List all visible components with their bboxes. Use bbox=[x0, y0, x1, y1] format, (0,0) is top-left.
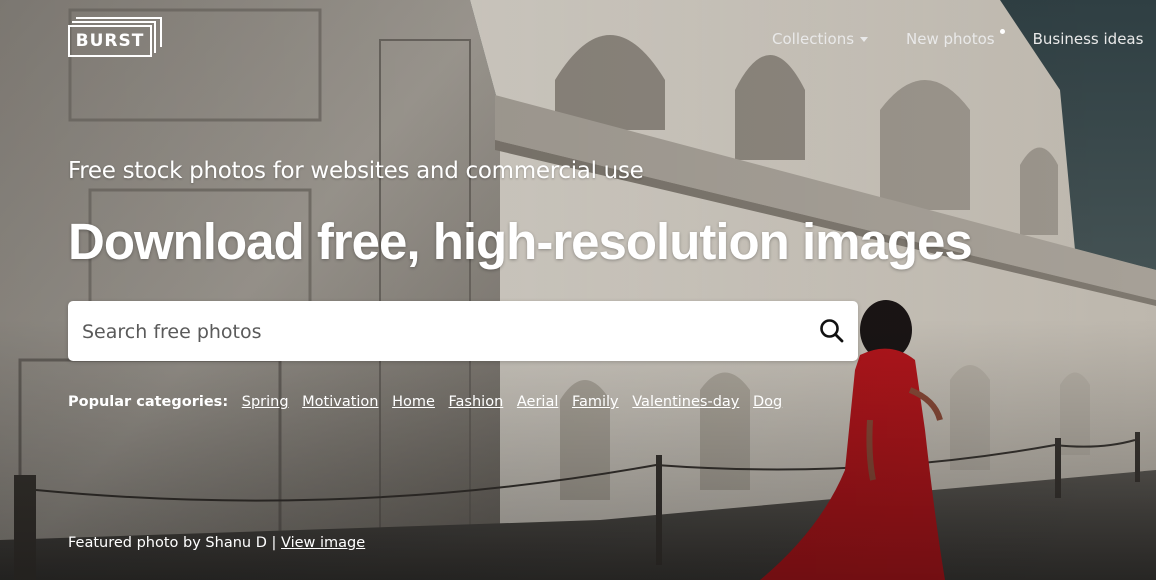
chevron-down-icon bbox=[860, 37, 869, 42]
category-link-family[interactable]: Family bbox=[572, 394, 619, 410]
top-navigation: Collections New photos Business ideas bbox=[772, 29, 1156, 49]
nav-new-photos[interactable]: New photos bbox=[906, 29, 1005, 49]
nav-collections[interactable]: Collections bbox=[772, 29, 869, 49]
credit-text: Featured photo by Shanu D | bbox=[68, 535, 277, 551]
popular-categories: Popular categories: Spring Motivation Ho… bbox=[68, 394, 791, 414]
burst-logo[interactable]: BURST bbox=[68, 17, 164, 61]
hero-background-image bbox=[0, 0, 1156, 580]
category-link-valentines-day[interactable]: Valentines-day bbox=[632, 394, 739, 410]
nav-business-ideas-label: Business ideas bbox=[1032, 30, 1144, 48]
category-link-dog[interactable]: Dog bbox=[753, 394, 782, 410]
nav-new-photos-label: New photos bbox=[906, 30, 995, 48]
hero-headline: Download free, high-resolution images bbox=[68, 213, 973, 270]
category-link-home[interactable]: Home bbox=[392, 394, 435, 410]
new-indicator-dot bbox=[999, 29, 1005, 34]
nav-business-ideas[interactable]: Business ideas bbox=[1033, 29, 1144, 49]
view-image-link[interactable]: View image bbox=[281, 535, 365, 551]
nav-collections-label: Collections bbox=[772, 30, 855, 48]
search-input[interactable] bbox=[80, 301, 804, 363]
search-bar bbox=[68, 301, 858, 363]
search-icon bbox=[820, 319, 844, 343]
popular-categories-label: Popular categories: bbox=[68, 394, 229, 410]
category-link-fashion[interactable]: Fashion bbox=[449, 394, 504, 410]
hero-subtitle: Free stock photos for websites and comme… bbox=[68, 158, 644, 184]
category-link-aerial[interactable]: Aerial bbox=[517, 394, 559, 410]
category-link-motivation[interactable]: Motivation bbox=[302, 394, 378, 410]
search-button[interactable] bbox=[818, 317, 846, 345]
featured-photo-credit: Featured photo by Shanu D | View image bbox=[68, 535, 365, 551]
category-link-spring[interactable]: Spring bbox=[242, 394, 289, 410]
logo-text: BURST bbox=[68, 25, 152, 57]
